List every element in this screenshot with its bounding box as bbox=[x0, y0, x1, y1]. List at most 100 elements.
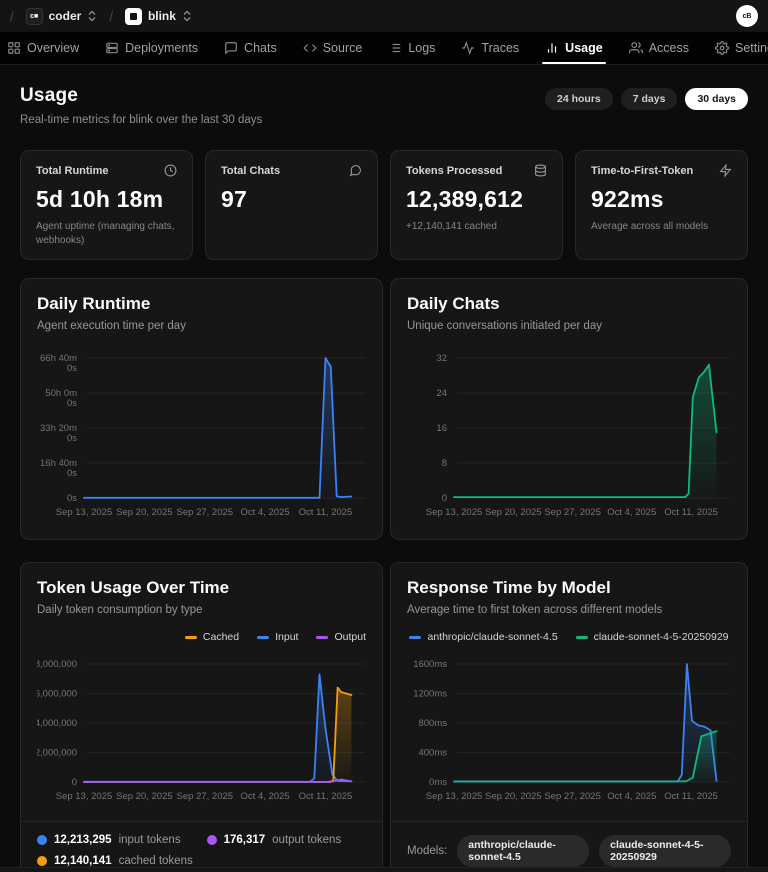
svg-text:1600ms: 1600ms bbox=[413, 659, 447, 670]
activity-icon bbox=[461, 41, 475, 55]
range-7-days-button[interactable]: 7 days bbox=[621, 88, 678, 110]
tab-label: Overview bbox=[27, 41, 79, 55]
legend-item: Input bbox=[257, 630, 298, 644]
svg-text:0s: 0s bbox=[67, 398, 77, 409]
stat-cards-row: Total Runtime 5d 10h 18m Agent uptime (m… bbox=[20, 150, 748, 260]
chat-icon bbox=[349, 164, 362, 177]
top-bar: / c■ coder / blink cB bbox=[0, 0, 768, 32]
chart-subtitle: Agent execution time per day bbox=[37, 320, 366, 332]
stat-label: Time-to-First-Token bbox=[591, 165, 693, 177]
page-title: Usage bbox=[20, 85, 262, 107]
daily-runtime-chart[interactable]: 0s16h 40m0s33h 20m0s50h 0m0s66h 40m0sSep… bbox=[37, 348, 366, 525]
model-badge: anthropic/claude-sonnet-4.5 bbox=[457, 835, 589, 867]
range-30-days-button[interactable]: 30 days bbox=[685, 88, 748, 110]
svg-text:8,000,000: 8,000,000 bbox=[37, 659, 77, 670]
stat-value: 97 bbox=[221, 186, 362, 213]
models-row: Models: anthropic/claude-sonnet-4.5 clau… bbox=[407, 835, 731, 867]
stat-subtext: Average across all models bbox=[591, 220, 732, 234]
database-icon bbox=[534, 164, 547, 177]
orange-dot-icon bbox=[37, 856, 47, 866]
stat-subtext: Agent uptime (managing chats, webhooks) bbox=[36, 220, 177, 247]
chart-title: Response Time by Model bbox=[407, 578, 731, 598]
chart-subtitle: Unique conversations initiated per day bbox=[407, 320, 731, 332]
daily-runtime-card: Daily Runtime Agent execution time per d… bbox=[20, 278, 383, 540]
legend-item: claude-sonnet-4-5-20250929 bbox=[576, 630, 729, 644]
svg-text:2,000,000: 2,000,000 bbox=[37, 748, 77, 759]
chart-title: Daily Chats bbox=[407, 294, 731, 314]
tab-source[interactable]: Source bbox=[290, 32, 376, 64]
svg-text:Sep 13, 2025: Sep 13, 2025 bbox=[426, 791, 483, 802]
output-tokens-total: 176,317 output tokens bbox=[207, 834, 342, 846]
response-time-card: Response Time by Model Average time to f… bbox=[390, 562, 748, 872]
range-24-hours-button[interactable]: 24 hours bbox=[545, 88, 613, 110]
svg-text:0s: 0s bbox=[67, 493, 77, 504]
gear-icon bbox=[715, 41, 729, 55]
response-time-legend: anthropic/claude-sonnet-4.5 claude-sonne… bbox=[407, 630, 731, 644]
tab-usage[interactable]: Usage bbox=[532, 32, 616, 64]
tab-access[interactable]: Access bbox=[616, 32, 702, 64]
stat-subtext: +12,140,141 cached bbox=[406, 220, 547, 234]
legend-item: Cached bbox=[185, 630, 239, 644]
tab-logs[interactable]: Logs bbox=[375, 32, 448, 64]
svg-text:Oct 4, 2025: Oct 4, 2025 bbox=[241, 507, 290, 518]
svg-text:Oct 11, 2025: Oct 11, 2025 bbox=[299, 791, 353, 802]
svg-text:0ms: 0ms bbox=[429, 777, 447, 788]
models-label: Models: bbox=[407, 845, 447, 857]
svg-text:24: 24 bbox=[436, 388, 447, 399]
daily-chats-chart[interactable]: 08162432Sep 13, 2025Sep 20, 2025Sep 27, … bbox=[407, 348, 731, 525]
stat-label: Total Runtime bbox=[36, 165, 109, 177]
tab-label: Source bbox=[323, 41, 363, 55]
chat-bubble-icon bbox=[224, 41, 238, 55]
tab-label: Chats bbox=[244, 41, 277, 55]
stat-label: Tokens Processed bbox=[406, 165, 502, 177]
svg-text:Oct 11, 2025: Oct 11, 2025 bbox=[664, 791, 718, 802]
svg-text:Sep 27, 2025: Sep 27, 2025 bbox=[177, 791, 234, 802]
input-tokens-total: 12,213,295 input tokens bbox=[37, 834, 181, 846]
svg-text:Sep 13, 2025: Sep 13, 2025 bbox=[56, 507, 113, 518]
tab-deployments[interactable]: Deployments bbox=[92, 32, 211, 64]
clock-icon bbox=[164, 164, 177, 177]
svg-text:Sep 20, 2025: Sep 20, 2025 bbox=[116, 507, 173, 518]
svg-text:Oct 4, 2025: Oct 4, 2025 bbox=[607, 507, 656, 518]
svg-text:0: 0 bbox=[442, 493, 447, 504]
blue-dot-icon bbox=[37, 835, 47, 845]
svg-text:Sep 27, 2025: Sep 27, 2025 bbox=[544, 791, 601, 802]
chevron-up-down-icon[interactable] bbox=[182, 10, 192, 22]
svg-text:400ms: 400ms bbox=[418, 748, 447, 759]
time-range-group: 24 hours 7 days 30 days bbox=[545, 85, 748, 110]
token-usage-chart[interactable]: 02,000,0004,000,0006,000,0008,000,000Sep… bbox=[37, 654, 366, 809]
svg-text:Sep 13, 2025: Sep 13, 2025 bbox=[56, 791, 113, 802]
legend-swatch-icon bbox=[257, 636, 269, 639]
breadcrumb-org[interactable]: c■ coder bbox=[22, 6, 102, 27]
tab-overview[interactable]: Overview bbox=[0, 32, 92, 64]
svg-text:Oct 4, 2025: Oct 4, 2025 bbox=[607, 791, 656, 802]
response-time-chart[interactable]: 0ms400ms800ms1200ms1600msSep 13, 2025Sep… bbox=[407, 654, 731, 809]
token-totals: 12,213,295 input tokens 176,317 output t… bbox=[37, 834, 366, 867]
legend-swatch-icon bbox=[576, 636, 588, 639]
tab-chats[interactable]: Chats bbox=[211, 32, 290, 64]
tab-label: Access bbox=[649, 41, 689, 55]
user-avatar[interactable]: cB bbox=[736, 5, 758, 27]
tab-settings[interactable]: Settings bbox=[702, 32, 768, 64]
tab-traces[interactable]: Traces bbox=[448, 32, 532, 64]
daily-chats-card: Daily Chats Unique conversations initiat… bbox=[390, 278, 748, 540]
lightning-icon bbox=[719, 164, 732, 177]
stat-card-time-to-first-token: Time-to-First-Token 922ms Average across… bbox=[575, 150, 748, 260]
svg-text:Sep 13, 2025: Sep 13, 2025 bbox=[426, 507, 483, 518]
legend-swatch-icon bbox=[409, 636, 421, 639]
svg-text:Sep 20, 2025: Sep 20, 2025 bbox=[485, 791, 542, 802]
svg-text:Oct 11, 2025: Oct 11, 2025 bbox=[664, 507, 718, 518]
svg-text:8: 8 bbox=[442, 458, 447, 469]
svg-text:800ms: 800ms bbox=[418, 718, 447, 729]
tab-label: Usage bbox=[565, 41, 603, 55]
stat-card-total-chats: Total Chats 97 bbox=[205, 150, 378, 260]
svg-text:0s: 0s bbox=[67, 433, 77, 444]
breadcrumb-slash: / bbox=[109, 9, 113, 24]
bar-chart-icon bbox=[545, 41, 559, 55]
users-icon bbox=[629, 41, 643, 55]
chevron-up-down-icon[interactable] bbox=[87, 10, 97, 22]
token-usage-card: Token Usage Over Time Daily token consum… bbox=[20, 562, 383, 872]
code-icon bbox=[303, 41, 317, 55]
breadcrumb-project[interactable]: blink bbox=[121, 6, 196, 27]
model-badge: claude-sonnet-4-5-20250929 bbox=[599, 835, 731, 867]
